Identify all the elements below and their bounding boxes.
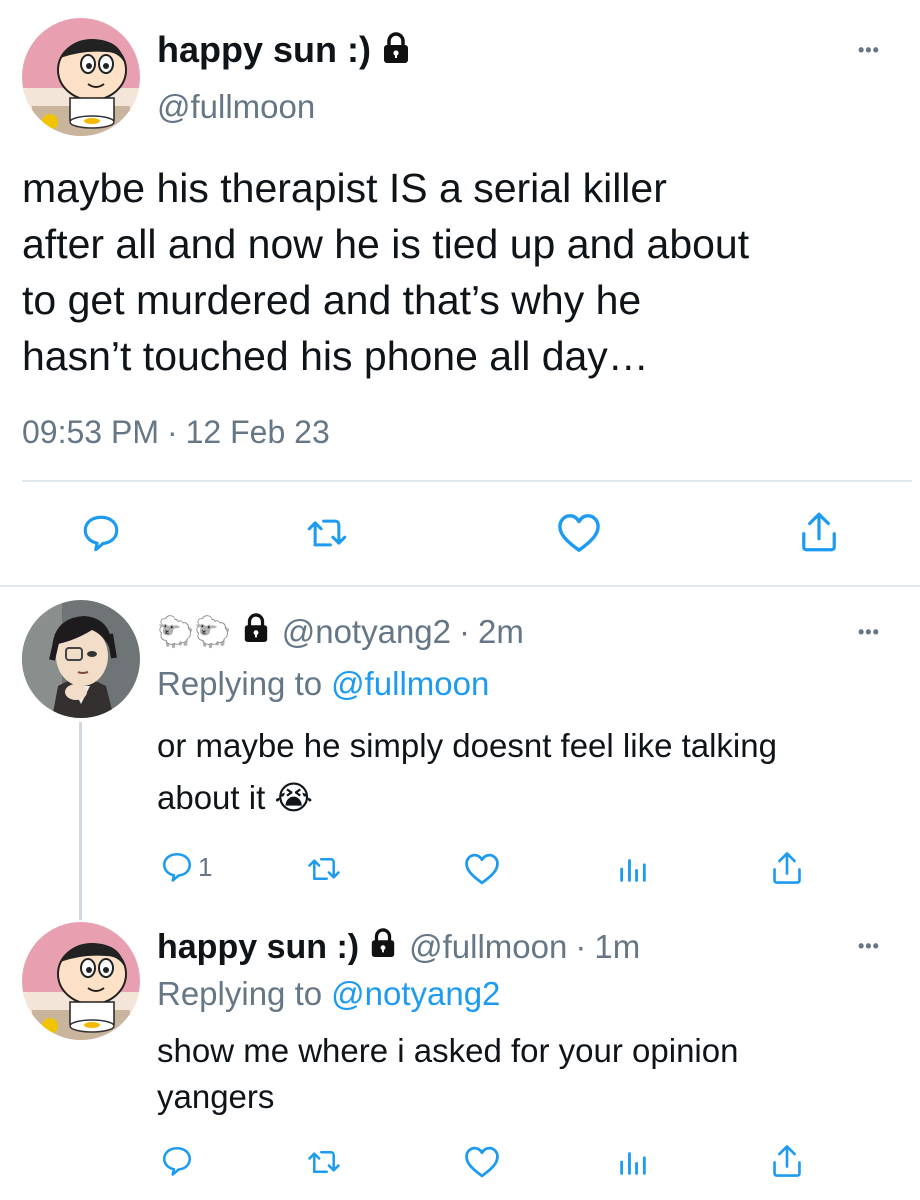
reply-author-name: happy sun :) (157, 927, 360, 966)
tweet-date: 12 Feb 23 (185, 414, 330, 450)
reply-author-name: 🐑🐑 (157, 615, 232, 649)
separator-dot: · (459, 613, 471, 650)
replying-to-label: Replying to (157, 975, 323, 1012)
lock-icon (381, 31, 411, 69)
thread-line (79, 722, 82, 920)
reply-icon[interactable] (80, 512, 122, 554)
reply-text: or maybe he simply doesnt feel like talk… (157, 720, 907, 824)
reply-icon[interactable] (160, 1144, 194, 1178)
main-author-name: happy sun :) (157, 29, 371, 70)
more-options-icon[interactable]: ••• (858, 622, 880, 643)
reply-text: show me where i asked for your opinion y… (157, 1028, 907, 1120)
like-icon[interactable] (463, 1145, 501, 1179)
reply-header[interactable]: happy sun :) @fullmoon · 1m (157, 925, 640, 969)
main-author-avatar[interactable] (22, 18, 140, 136)
reply-age: 2m (478, 613, 524, 650)
analytics-icon[interactable] (616, 1145, 650, 1179)
reply-text-line: show me where i asked for your opinion (157, 1032, 739, 1069)
like-icon[interactable] (556, 512, 602, 554)
main-author-handle[interactable]: @fullmoon (157, 88, 315, 126)
reply-author-handle: @fullmoon (409, 928, 568, 965)
share-icon[interactable] (798, 510, 840, 554)
tweet-time: 09:53 PM (22, 414, 159, 450)
share-icon[interactable] (770, 850, 804, 886)
main-tweet-text: maybe his therapist IS a serial killer a… (22, 160, 912, 384)
reply-count: 1 (198, 851, 213, 882)
reply-text-line: or maybe he simply doesnt feel like talk… (157, 727, 777, 764)
main-author-name-row[interactable]: happy sun :) (157, 28, 411, 72)
reply-count-button[interactable]: 1 (160, 850, 212, 884)
reply-icon (160, 850, 194, 884)
tweet-text-line: after all and now he is tied up and abou… (22, 221, 750, 267)
replying-to-label: Replying to (157, 665, 323, 702)
tweet-text-line: maybe his therapist IS a serial killer (22, 165, 667, 211)
reply-text-line: yangers (157, 1078, 275, 1115)
divider (22, 480, 912, 482)
retweet-icon[interactable] (305, 512, 349, 554)
replying-to-handle-link[interactable]: @notyang2 (331, 975, 500, 1013)
replying-to: Replying to @notyang2 (157, 972, 500, 1016)
reply-text-line: about it 😭 (157, 779, 313, 816)
more-options-icon[interactable]: ••• (858, 936, 880, 957)
reply-header[interactable]: 🐑🐑 @notyang2 · 2m (157, 610, 524, 654)
more-options-icon[interactable]: ••• (858, 40, 880, 61)
replying-to-handle-link[interactable]: @fullmoon (331, 665, 489, 703)
separator-dot: · (575, 928, 587, 965)
reply-author-handle: @notyang2 (281, 613, 452, 650)
like-icon[interactable] (463, 852, 501, 886)
retweet-icon[interactable] (306, 852, 342, 886)
replying-to: Replying to @fullmoon (157, 662, 489, 706)
divider (0, 585, 920, 587)
tweet-text-line: hasn’t touched his phone all day… (22, 333, 649, 379)
share-icon[interactable] (770, 1143, 804, 1179)
retweet-icon[interactable] (306, 1145, 342, 1179)
analytics-icon[interactable] (616, 852, 650, 886)
reply-age: 1m (594, 928, 641, 965)
reply-author-avatar[interactable] (22, 600, 140, 718)
lock-icon (369, 928, 397, 966)
lock-icon (242, 613, 270, 651)
separator-dot: · (166, 414, 178, 450)
tweet-text-line: to get murdered and that’s why he (22, 277, 642, 323)
reply-author-avatar[interactable] (22, 922, 140, 1040)
tweet-timestamp[interactable]: 09:53 PM · 12 Feb 23 (22, 414, 330, 451)
